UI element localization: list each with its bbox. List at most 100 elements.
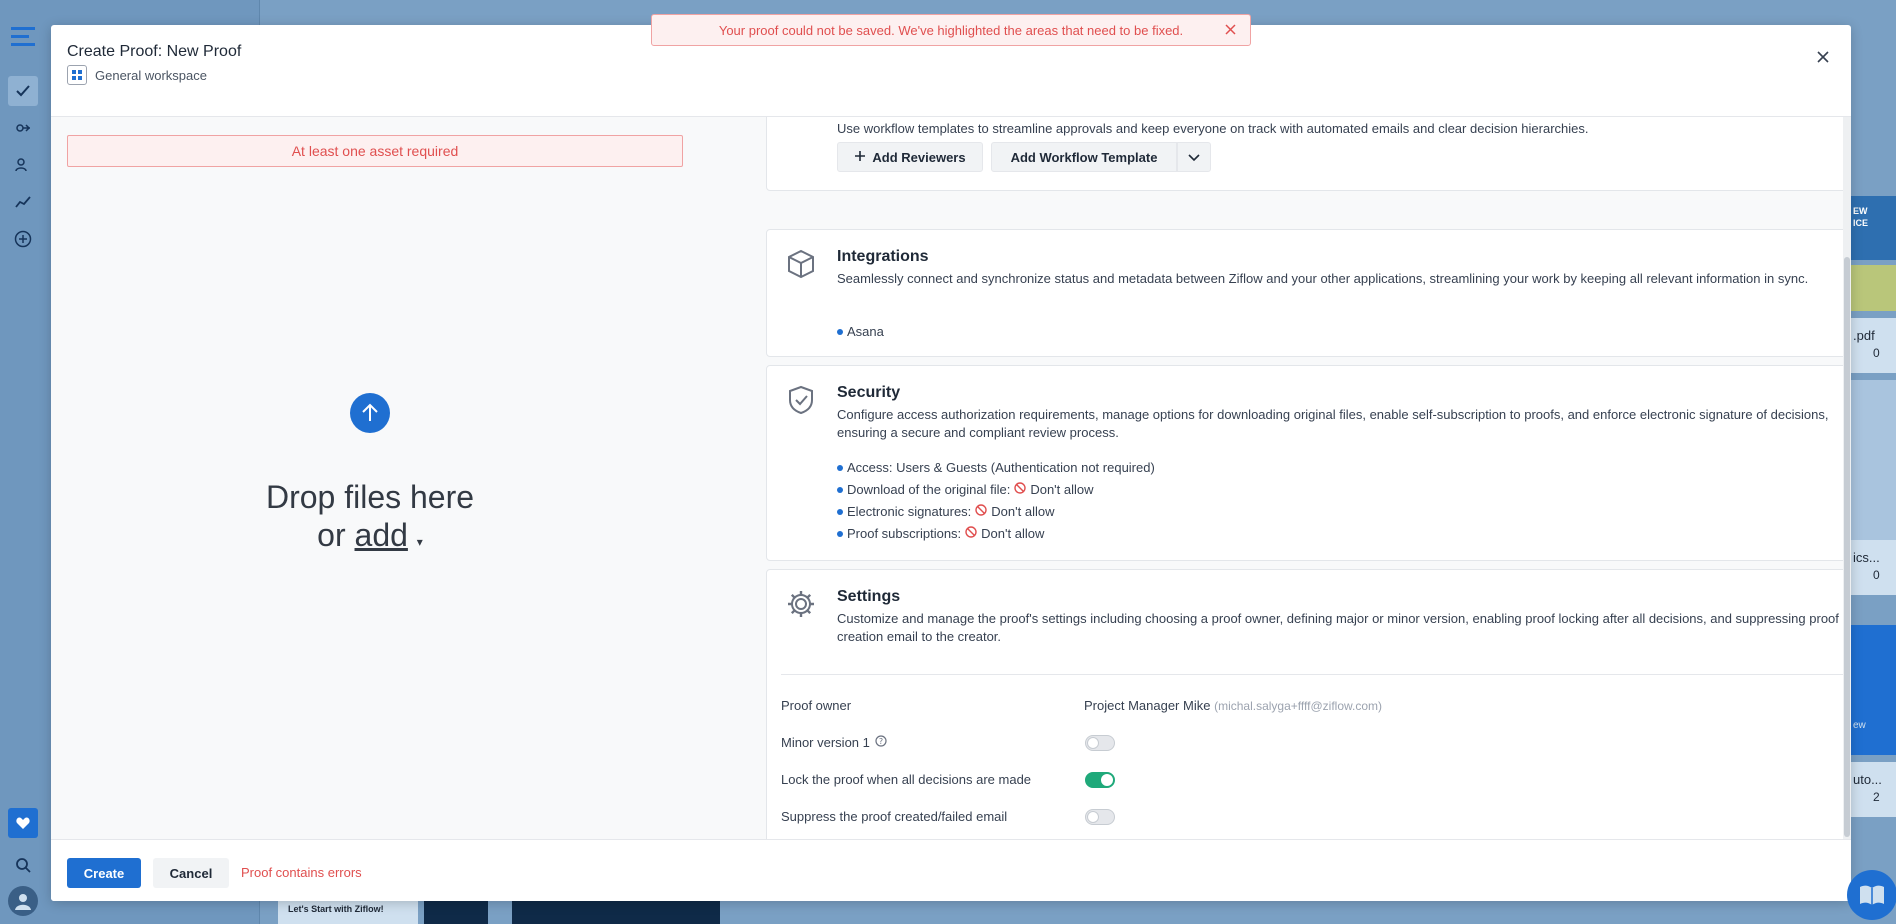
settings-card: Settings Customize and manage the proof'…	[766, 569, 1851, 839]
create-proof-modal: Create Proof: New Proof General workspac…	[51, 25, 1851, 901]
proofs-check-icon[interactable]	[8, 76, 38, 106]
search-icon[interactable]	[8, 850, 38, 880]
modal-title: Create Proof: New Proof	[67, 43, 242, 60]
drop-or-text: or	[317, 517, 346, 553]
add-dropdown-caret-icon[interactable]: ▾	[417, 535, 423, 549]
workspace-name: General workspace	[95, 67, 207, 83]
proof-errors-text: Proof contains errors	[241, 865, 362, 880]
background-card-text: Let's Start with Ziflow!	[288, 904, 384, 914]
svg-text:?: ?	[879, 737, 883, 746]
gear-icon	[785, 588, 817, 620]
bullet-dot	[837, 486, 843, 493]
background-card-text: EW	[1853, 206, 1868, 216]
background-card-thumb	[1851, 265, 1896, 311]
toggle-knob	[1101, 774, 1113, 786]
workspace-indicator: General workspace	[67, 65, 207, 85]
workflow-card: Use workflow templates to streamline app…	[766, 117, 1851, 191]
security-esign-item: Electronic signatures: Don't allow	[837, 504, 1054, 519]
workspace-icon	[67, 65, 87, 85]
drop-add-line: or add ▾	[51, 517, 689, 554]
background-card-meta: uto... 2	[1851, 762, 1896, 817]
drop-files-text: Drop files here	[265, 479, 475, 515]
analytics-icon[interactable]	[8, 187, 38, 217]
workflow-template-dropdown[interactable]	[1177, 142, 1211, 172]
security-description: Configure access authorization requireme…	[837, 407, 1829, 440]
chevron-down-icon	[1188, 150, 1200, 165]
bullet-dot	[837, 508, 843, 515]
asset-required-error: At least one asset required	[67, 135, 683, 167]
integrations-title: Integrations	[837, 248, 929, 265]
security-subscriptions-item: Proof subscriptions: Don't allow	[837, 526, 1044, 541]
create-button[interactable]: Create	[67, 858, 141, 888]
toggle-knob	[1087, 811, 1099, 823]
minor-version-toggle[interactable]	[1085, 735, 1115, 751]
add-files-link[interactable]: add	[355, 517, 408, 553]
bullet-dot	[837, 328, 843, 335]
suppress-email-toggle[interactable]	[1085, 809, 1115, 825]
people-icon[interactable]	[8, 150, 38, 180]
deny-text: Don't allow	[1030, 482, 1094, 497]
background-card-text: uto...	[1853, 772, 1882, 787]
help-circle-icon[interactable]: ?	[875, 735, 887, 750]
background-card-text: .pdf	[1853, 328, 1875, 343]
subscriptions-deny: Don't allow	[965, 526, 1044, 541]
background-card-thumb: EW ICE	[1851, 196, 1896, 260]
toast-message: Your proof could not be saved. We've hig…	[718, 22, 1184, 38]
favorites-heart-icon[interactable]	[8, 808, 38, 838]
add-reviewers-button[interactable]: Add Reviewers	[837, 142, 983, 172]
prohibited-icon	[965, 526, 977, 541]
add-reviewers-label: Add Reviewers	[872, 149, 966, 165]
cancel-button[interactable]: Cancel	[153, 858, 229, 888]
settings-divider	[781, 674, 1851, 675]
help-book-icon[interactable]	[1847, 870, 1896, 920]
background-card-text: ics...	[1853, 550, 1880, 565]
lock-proof-label: Lock the proof when all decisions are ma…	[781, 772, 1032, 787]
deny-text: Don't allow	[981, 526, 1045, 541]
prohibited-icon	[1014, 482, 1027, 497]
add-workflow-template-button[interactable]: Add Workflow Template	[991, 142, 1177, 172]
workflow-icon[interactable]	[8, 113, 38, 143]
security-title: Security	[837, 384, 901, 401]
bullet-dot	[837, 530, 843, 537]
minor-version-label: Minor version 1	[781, 735, 870, 750]
bullet-dot	[837, 464, 843, 471]
download-label: Download of the original file:	[847, 482, 1011, 497]
owner-name: Project Manager Mike	[1084, 698, 1211, 713]
prohibited-icon	[975, 504, 987, 519]
menu-icon[interactable]	[8, 22, 38, 52]
close-toast-icon[interactable]	[1225, 23, 1236, 38]
upload-arrow-icon[interactable]	[350, 393, 390, 433]
proof-owner-label: Proof owner	[781, 698, 852, 713]
owner-email: (michal.salyga+ffff@ziflow.com)	[1214, 699, 1382, 713]
add-circle-icon[interactable]	[8, 224, 38, 254]
background-card-text: ew	[1853, 720, 1866, 731]
subscriptions-label: Proof subscriptions:	[847, 526, 962, 541]
proof-owner-value[interactable]: Project Manager Mike (michal.salyga+ffff…	[1084, 698, 1382, 713]
background-card-text: 2	[1873, 790, 1880, 804]
error-toast: Your proof could not be saved. We've hig…	[651, 14, 1251, 46]
deny-text: Don't allow	[991, 504, 1055, 519]
scrollbar-thumb[interactable]	[1844, 257, 1850, 837]
scrollbar[interactable]	[1843, 117, 1851, 839]
background-card-meta: ics... 0	[1851, 540, 1896, 595]
close-modal-icon[interactable]	[1813, 47, 1833, 67]
background-card-text: 0	[1873, 568, 1880, 582]
proof-config-pane: Use workflow templates to streamline app…	[698, 117, 1851, 839]
background-card-bottom: Let's Start with Ziflow!	[278, 901, 418, 924]
lock-proof-toggle[interactable]	[1085, 772, 1115, 788]
integration-item: Asana	[837, 324, 884, 339]
upload-pane: At least one asset required Drop files h…	[51, 117, 698, 839]
esign-deny: Don't allow	[975, 504, 1054, 519]
security-card: Security Configure access authorization …	[766, 365, 1851, 561]
add-workflow-template-label: Add Workflow Template	[1010, 149, 1158, 165]
avatar[interactable]	[8, 886, 38, 916]
security-access-item: Access: Users & Guests (Authentication n…	[837, 460, 1155, 475]
background-card-thumb	[1851, 380, 1896, 540]
security-download-item: Download of the original file: Don't all…	[837, 482, 1094, 497]
background-card-bottom	[424, 901, 488, 924]
background-card-text: ICE	[1853, 218, 1869, 228]
background-card-thumb: ew	[1851, 625, 1896, 755]
integrations-description: Seamlessly connect and synchronize statu…	[837, 271, 1809, 286]
box-icon	[785, 248, 817, 280]
download-deny: Don't allow	[1014, 482, 1094, 497]
